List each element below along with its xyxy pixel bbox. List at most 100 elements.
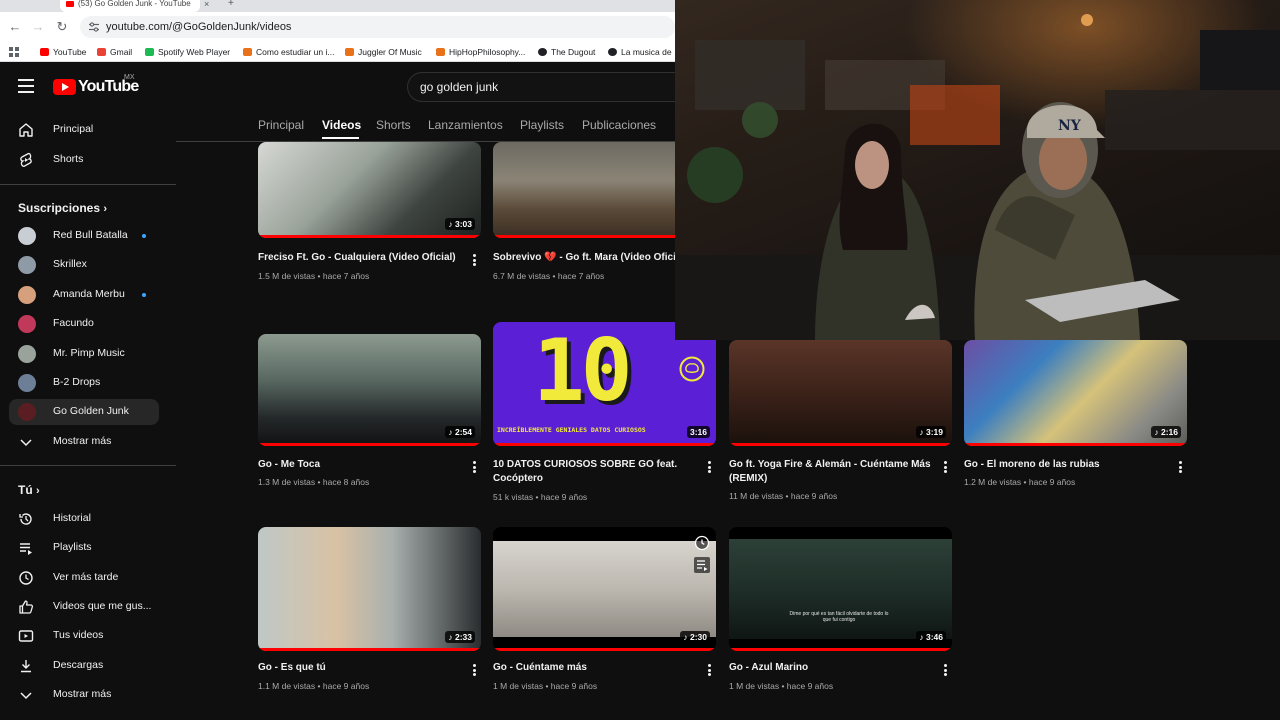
more-options-icon[interactable] [473,254,477,266]
music-note-icon: ♪ [448,219,453,229]
sidebar-item-downloads[interactable]: Descargas [9,653,159,679]
watch-later-icon[interactable] [694,535,710,551]
sidebar-item-label: Red Bull Batalla [53,229,128,241]
avatar [18,315,36,333]
tab-videos[interactable]: Videos [322,118,361,132]
search-input[interactable]: go golden junk [407,72,675,102]
video-card[interactable]: 10 INCREÍBLEMENTE GENIALES DATOS CURIOSO… [493,322,716,502]
more-options-icon[interactable] [473,461,477,473]
sidebar-show-more[interactable]: Mostrar más [9,429,159,455]
new-tab-icon[interactable]: + [228,0,234,9]
tab-principal[interactable]: Principal [258,118,304,132]
sidebar-item-your-videos[interactable]: Tus videos [9,623,159,649]
sidebar-item-subscription[interactable]: Amanda Merbu [9,282,159,308]
thumbnail-big-number: 10 [533,322,633,421]
watched-progress-bar [729,648,952,651]
playlists-icon [20,543,32,555]
sidebar-item-liked-videos[interactable]: Videos que me gus... [9,594,159,620]
tab-publicaciones[interactable]: Publicaciones [582,118,656,132]
sidebar-item-subscription[interactable]: Mr. Pimp Music [9,341,159,367]
music-note-icon: ♪ [919,632,924,642]
sidebar-item-principal[interactable]: Principal [9,117,159,143]
browser-tab-title: (53) Go Golden Junk - YouTube [78,0,191,8]
video-thumbnail[interactable]: ♪ 2:16 [964,340,1187,446]
sidebar-item-subscription[interactable]: Facundo [9,311,159,337]
sidebar-show-more[interactable]: Mostrar más [9,682,159,708]
bookmark-favicon-icon [40,48,49,56]
tab-close-icon[interactable]: × [204,0,209,9]
video-meta: 1 M de vistas • hace 9 años [493,681,598,691]
sidebar-item-label: Mostrar más [53,688,112,700]
video-card[interactable]: ♪ 2:33 Go - Es que tú 1.1 M de vistas • … [258,527,481,697]
country-code: MX [124,74,135,81]
video-card[interactable]: ♪ 3:03 Freciso Ft. Go - Cualquiera (Vide… [258,142,481,292]
video-title[interactable]: Go - Me Toca [258,458,463,472]
video-card[interactable]: ♪ 2:30 Go - Cuéntame más 1 M de vistas •… [493,527,716,697]
video-title[interactable]: Go - Es que tú [258,661,463,675]
video-thumbnail[interactable]: ♪ 3:03 [258,142,481,238]
you-header[interactable]: Tú › [18,483,40,497]
more-options-icon[interactable] [473,664,477,676]
more-options-icon[interactable] [944,664,948,676]
duration-badge: ♪ 3:19 [916,426,946,438]
bookmark-item[interactable]: La musica de [608,45,672,59]
liked-videos-icon [19,600,34,614]
forward-icon[interactable]: → [29,18,47,36]
video-thumbnail[interactable]: ♪ 2:54 [258,334,481,446]
menu-icon[interactable] [18,79,34,93]
browser-tab[interactable]: (53) Go Golden Junk - YouTube [60,0,200,12]
add-to-queue-icon[interactable] [694,557,710,573]
webcam-overlay: NY [675,0,1280,340]
bookmark-item[interactable]: HipHopPhilosophy... [436,45,525,59]
bookmark-item[interactable]: Gmail [97,45,132,59]
bookmark-item[interactable]: YouTube [40,45,86,59]
apps-grid-icon[interactable] [9,47,19,57]
site-info-icon[interactable] [88,21,100,33]
bookmark-item[interactable]: Spotify Web Player [145,45,230,59]
video-title[interactable]: Go - El moreno de las rubias [964,458,1169,472]
video-meta: 1 M de vistas • hace 9 años [729,681,834,691]
video-title[interactable]: 10 DATOS CURIOSOS SOBRE GO feat. Cocópte… [493,458,698,486]
video-title[interactable]: Go - Azul Marino [729,661,934,675]
sidebar-item-watch-later[interactable]: Ver más tarde [9,565,159,591]
video-card[interactable]: ♪ 2:16 Go - El moreno de las rubias 1.2 … [964,340,1187,500]
sidebar-item-history[interactable]: Historial [9,506,159,532]
sidebar-item-subscription-active[interactable]: Go Golden Junk [9,399,159,425]
video-card[interactable]: ♪ 2:54 Go - Me Toca 1.3 M de vistas • ha… [258,334,481,494]
video-card[interactable]: Dime por qué es tan fácil olvidarte de t… [729,527,952,697]
sidebar-item-subscription[interactable]: Skrillex [9,252,159,278]
back-icon[interactable]: ← [6,18,24,36]
video-thumbnail[interactable]: ♪ 3:19 [729,340,952,446]
video-meta: 1.5 M de vistas • hace 7 años [258,271,370,281]
video-title[interactable]: Go - Cuéntame más [493,661,698,675]
sidebar-item-playlists[interactable]: Playlists [9,535,159,561]
subscriptions-header[interactable]: Suscripciones › [18,201,107,215]
video-title[interactable]: Go ft. Yoga Fire & Alemán - Cuéntame Más… [729,458,934,486]
reload-icon[interactable]: ↻ [53,18,71,36]
sidebar-item-subscription[interactable]: B-2 Drops [9,370,159,396]
more-options-icon[interactable] [944,461,948,473]
video-thumbnail[interactable]: Dime por qué es tan fácil olvidarte de t… [729,527,952,651]
more-options-icon[interactable] [708,664,712,676]
video-thumbnail[interactable]: 10 INCREÍBLEMENTE GENIALES DATOS CURIOSO… [493,322,716,446]
bookmark-item[interactable]: Juggler Of Music [345,45,422,59]
video-thumbnail[interactable]: ♪ 2:30 [493,527,716,651]
video-title[interactable]: Sobrevivo 💔 - Go ft. Mara (Video Oficial… [493,251,675,265]
watched-progress-bar [258,648,481,651]
video-card[interactable]: ♪ 3:19 Go ft. Yoga Fire & Alemán - Cuént… [729,340,952,510]
thumbnail-image [493,541,716,637]
video-title[interactable]: Freciso Ft. Go - Cualquiera (Video Ofici… [258,251,463,265]
sidebar-item-shorts[interactable]: Shorts [9,147,159,173]
more-options-icon[interactable] [1179,461,1183,473]
bookmark-item[interactable]: The Dugout [538,45,595,59]
avatar [18,286,36,304]
tab-lanzamientos[interactable]: Lanzamientos [428,118,503,132]
address-bar[interactable]: youtube.com/@GoGoldenJunk/videos [80,16,675,38]
tab-shorts[interactable]: Shorts [376,118,411,132]
video-thumbnail[interactable]: ♪ 2:33 [258,527,481,651]
watched-progress-bar [493,443,716,446]
more-options-icon[interactable] [708,461,712,473]
sidebar-item-subscription[interactable]: Red Bull Batalla [9,223,159,249]
bookmark-item[interactable]: Como estudiar un i... [243,45,334,59]
tab-playlists[interactable]: Playlists [520,118,564,132]
